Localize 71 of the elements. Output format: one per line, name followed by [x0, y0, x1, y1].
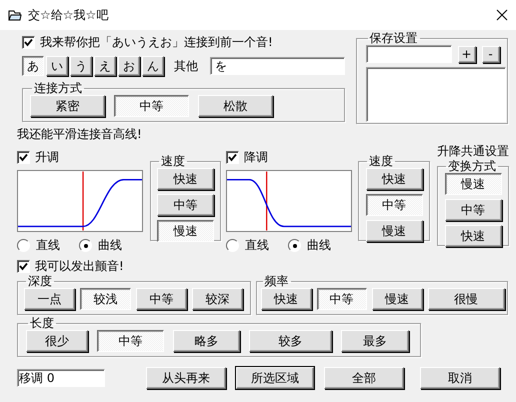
radio-label: 直线	[245, 237, 269, 254]
option-button[interactable]: 快速	[444, 225, 502, 247]
checkbox[interactable]	[22, 36, 35, 49]
option-button[interactable]: 一点	[24, 288, 75, 310]
action-button[interactable]: 从头再来	[146, 367, 226, 389]
option-button[interactable]: 略多	[173, 330, 240, 352]
action-button[interactable]: 取消	[420, 367, 500, 389]
option-button[interactable]: 慢速	[444, 173, 502, 195]
option-button[interactable]: 较深	[192, 288, 243, 310]
action-button[interactable]: 所选区域	[236, 367, 314, 389]
preset-name-field[interactable]	[366, 45, 452, 63]
option-button[interactable]: 中等	[444, 199, 502, 221]
option-button[interactable]: 最多	[341, 330, 409, 352]
checkbox-label: 我可以发出颤音!	[35, 258, 124, 275]
radio-button[interactable]	[17, 239, 30, 252]
radio-label: 曲线	[307, 237, 331, 254]
option-button[interactable]: 中等	[366, 194, 422, 216]
radio-label: 曲线	[98, 237, 122, 254]
option-button[interactable]: 较浅	[80, 288, 131, 310]
kana-button[interactable]: え	[94, 56, 116, 76]
other-input-field[interactable]: を	[210, 57, 345, 75]
window-title: 交☆给☆我☆吧	[28, 6, 110, 24]
option-button[interactable]: 慢速	[366, 220, 422, 242]
radio-button[interactable]	[79, 239, 92, 252]
close-icon[interactable]	[496, 9, 508, 21]
group-title: 保存设置	[368, 32, 419, 45]
group-title: 变换方式	[447, 160, 497, 173]
option-button[interactable]: 慢速	[372, 288, 423, 310]
checkbox[interactable]	[17, 151, 30, 164]
group-title: 速度	[368, 155, 394, 168]
group-title: 连接方式	[33, 82, 83, 95]
checkbox-label: 我来帮你把「あいうえお」连接到前一个音!	[40, 34, 273, 51]
group-title: 速度	[160, 155, 186, 168]
kana-button[interactable]: あ	[22, 56, 44, 76]
option-button[interactable]: 中等	[157, 194, 214, 216]
remove-button[interactable]: -	[482, 46, 500, 62]
radio-button[interactable]	[288, 239, 301, 252]
option-button[interactable]: 很慢	[428, 288, 505, 310]
checkbox-label: 升调	[35, 149, 59, 166]
option-button[interactable]: 中等	[114, 95, 189, 117]
radio-label: 直线	[36, 237, 60, 254]
option-button[interactable]: 慢速	[157, 220, 214, 242]
option-button[interactable]: 紧密	[30, 95, 105, 117]
window-icon	[8, 8, 22, 22]
option-button[interactable]: 中等	[136, 288, 187, 310]
checkbox[interactable]	[226, 151, 239, 164]
checkbox[interactable]	[17, 260, 30, 273]
common-settings-caption: 升降共通设置	[437, 143, 509, 160]
action-button[interactable]: 全部	[324, 367, 404, 389]
option-button[interactable]: 中等	[316, 288, 367, 310]
option-button[interactable]: 较多	[249, 330, 332, 352]
checkbox-label: 降调	[244, 149, 268, 166]
option-button[interactable]: 快速	[366, 168, 422, 190]
group-title: 深度	[27, 275, 53, 288]
group-title: 长度	[29, 317, 55, 330]
radio-button[interactable]	[226, 239, 239, 252]
option-button[interactable]: 很少	[26, 330, 88, 352]
pitch-heading: 我还能平滑连接音高线!	[17, 126, 143, 143]
kana-button[interactable]: い	[46, 56, 68, 76]
add-button[interactable]: +	[458, 46, 476, 62]
group-title: 频率	[264, 275, 290, 288]
kana-button[interactable]: お	[118, 56, 140, 76]
option-button[interactable]: 中等	[97, 330, 164, 352]
option-button[interactable]: 松散	[198, 95, 273, 117]
other-label: 其他	[174, 58, 198, 74]
transpose-field[interactable]: 移调 0	[17, 369, 105, 387]
option-button[interactable]: 快速	[157, 168, 214, 190]
preset-list[interactable]	[366, 67, 506, 122]
kana-button[interactable]: ん	[142, 56, 164, 76]
option-button[interactable]: 快速	[260, 288, 312, 310]
kana-button[interactable]: う	[70, 56, 92, 76]
